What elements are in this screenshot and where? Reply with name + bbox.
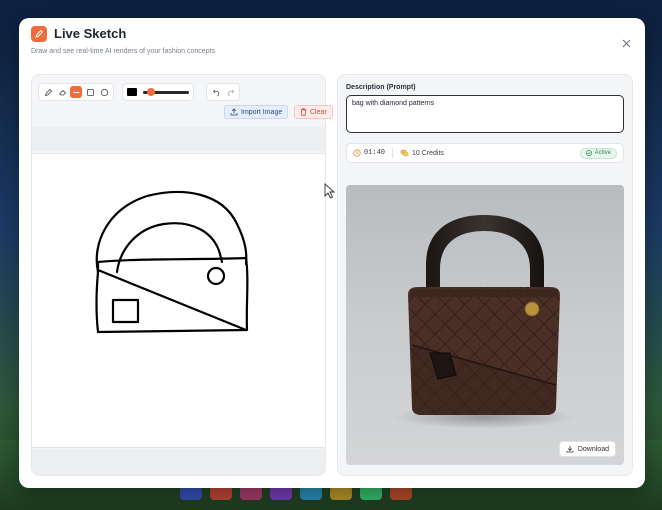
sketch-panel: Import Image Clear xyxy=(31,74,333,476)
undo-icon xyxy=(212,89,219,96)
status-bar: 01:40 10 Credits Active xyxy=(346,143,624,163)
eraser-icon xyxy=(58,89,66,95)
sketch-patch xyxy=(111,298,140,324)
upload-icon xyxy=(230,108,238,116)
status-badge-label: Active xyxy=(594,150,611,156)
stroke-settings xyxy=(122,83,194,101)
line-icon xyxy=(73,91,79,93)
import-image-label: Import Image xyxy=(241,108,283,116)
sketch-inner-handle xyxy=(115,222,224,274)
history-tools xyxy=(206,83,240,101)
redo-icon xyxy=(227,89,234,96)
canvas-bottom-margin xyxy=(32,449,325,475)
eraser-tool[interactable] xyxy=(56,86,68,98)
close-icon xyxy=(622,39,630,47)
stroke-color-swatch[interactable] xyxy=(127,88,137,96)
drawing-tools xyxy=(38,83,114,101)
dialog-header: Live Sketch Draw and see real-time AI re… xyxy=(31,26,633,66)
prompt-input[interactable]: bag with diamond patterns xyxy=(346,95,624,133)
pencil-icon xyxy=(44,88,52,96)
status-badge: Active xyxy=(579,147,617,159)
timer-status: 01:40 xyxy=(353,149,385,157)
clock-icon xyxy=(353,149,361,157)
import-image-button[interactable]: Import Image xyxy=(224,105,289,119)
rectangle-icon xyxy=(86,88,94,96)
credits-status: 10 Credits xyxy=(400,149,444,157)
download-label: Download xyxy=(577,445,609,453)
undo-button[interactable] xyxy=(210,86,222,98)
canvas-top-margin xyxy=(32,127,325,151)
sketch-clasp xyxy=(206,266,226,286)
timer-value: 01:40 xyxy=(364,149,386,157)
redo-button[interactable] xyxy=(224,86,236,98)
prompt-label: Description (Prompt) xyxy=(346,84,416,91)
pencil-icon xyxy=(31,26,47,42)
rectangle-tool[interactable] xyxy=(84,86,96,98)
status-divider xyxy=(392,148,394,158)
circle-tool[interactable] xyxy=(98,86,110,98)
clear-label: Clear xyxy=(310,108,327,116)
user-sketch xyxy=(95,190,249,334)
close-button[interactable] xyxy=(619,36,633,50)
drawing-canvas[interactable] xyxy=(32,153,325,448)
credits-value: 10 Credits xyxy=(412,149,444,157)
coins-icon xyxy=(400,149,409,157)
download-button[interactable]: Download xyxy=(558,441,616,457)
rendered-image: Download xyxy=(346,185,624,465)
circle-icon xyxy=(100,88,108,96)
download-icon xyxy=(566,446,574,453)
render-panel: Description (Prompt) bag with diamond pa… xyxy=(337,74,633,476)
trash-icon xyxy=(300,108,307,116)
pencil-tool[interactable] xyxy=(42,86,54,98)
brush-size-knob[interactable] xyxy=(146,88,155,96)
taskbar-dock xyxy=(180,486,412,500)
rendered-bag-illustration xyxy=(394,215,574,429)
dialog-title: Live Sketch xyxy=(54,26,127,41)
brush-size-slider[interactable] xyxy=(143,88,189,96)
mouse-cursor-icon xyxy=(324,182,336,204)
live-sketch-dialog: Live Sketch Draw and see real-time AI re… xyxy=(19,18,645,488)
dialog-subtitle: Draw and see real-time AI renders of you… xyxy=(31,48,216,55)
check-circle-icon xyxy=(585,150,592,156)
line-tool[interactable] xyxy=(70,86,82,98)
clear-button[interactable]: Clear xyxy=(294,105,333,119)
